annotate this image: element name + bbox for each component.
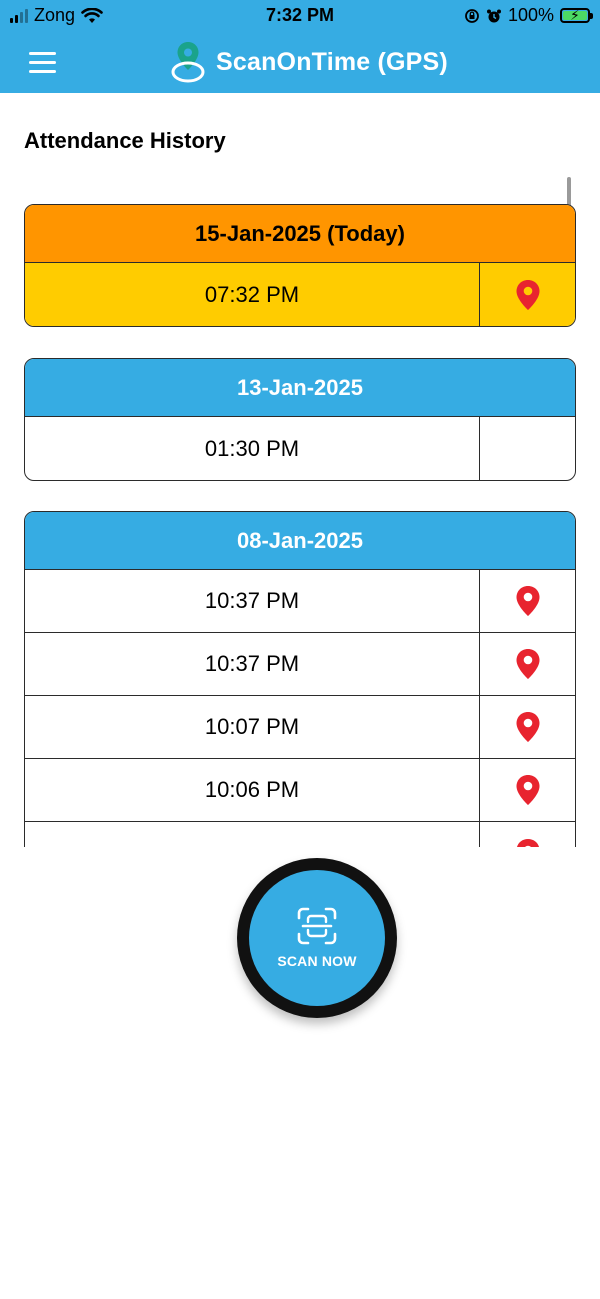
location-pin-icon[interactable]	[515, 711, 541, 743]
attendance-list[interactable]: 15-Jan-2025 (Today) 07:32 PM 13-Jan-2025…	[24, 204, 576, 847]
location-cell[interactable]	[479, 696, 575, 758]
attendance-time: 10:37 PM	[204, 588, 300, 613]
location-pin-icon[interactable]	[515, 279, 541, 311]
hamburger-icon[interactable]	[29, 52, 57, 74]
attendance-row	[25, 822, 575, 847]
attendance-row: 01:30 PM	[25, 417, 575, 480]
attendance-time	[25, 822, 479, 847]
day-header: 08-Jan-2025	[25, 512, 575, 570]
day-card: 13-Jan-2025 01:30 PM	[24, 358, 576, 481]
app-title: ScanOnTime (GPS)	[216, 47, 448, 76]
battery-percent: 100%	[507, 5, 554, 25]
day-header: 15-Jan-2025 (Today)	[25, 205, 575, 263]
day-card: 08-Jan-2025 10:37 PM 10:37 PM 10:07 PM 1…	[24, 511, 576, 847]
location-pin-icon[interactable]	[515, 585, 541, 617]
orientation-lock-icon	[465, 8, 479, 23]
attendance-row: 10:07 PM	[25, 696, 575, 759]
status-right: 100% ⚡	[464, 5, 593, 26]
alarm-icon	[486, 9, 501, 22]
location-pin-icon[interactable]	[515, 774, 541, 806]
attendance-time: 10:06 PM	[204, 777, 300, 802]
location-cell[interactable]	[479, 263, 575, 326]
scan-now-inner[interactable]: SCAN NOW	[249, 870, 385, 1006]
attendance-time: 10:37 PM	[204, 651, 300, 676]
scan-now-button[interactable]: SCAN NOW	[237, 858, 397, 1018]
location-cell[interactable]	[479, 822, 575, 847]
scan-now-label: SCAN NOW	[277, 953, 357, 969]
battery-icon: ⚡	[560, 7, 593, 23]
location-pin-icon[interactable]	[515, 648, 541, 680]
scan-frame-icon	[297, 907, 337, 945]
attendance-row: 10:06 PM	[25, 759, 575, 822]
attendance-row: 10:37 PM	[25, 633, 575, 696]
location-pin-icon[interactable]	[515, 838, 541, 848]
location-cell[interactable]	[479, 570, 575, 632]
attendance-row: 07:32 PM	[25, 263, 575, 326]
attendance-row: 10:37 PM	[25, 570, 575, 633]
day-header: 13-Jan-2025	[25, 359, 575, 417]
location-cell	[479, 417, 575, 480]
app-bar: ScanOnTime (GPS)	[0, 33, 600, 93]
attendance-time: 07:32 PM	[204, 281, 300, 307]
attendance-time: 10:07 PM	[204, 714, 300, 739]
location-cell[interactable]	[479, 759, 575, 821]
day-card-today: 15-Jan-2025 (Today) 07:32 PM	[24, 204, 576, 327]
location-logo-icon	[171, 42, 205, 83]
status-bar: Zong 7:32 PM 100% ⚡	[0, 0, 600, 33]
location-cell[interactable]	[479, 633, 575, 695]
app-title-group: ScanOnTime (GPS)	[168, 39, 448, 85]
section-title: Attendance History	[24, 128, 226, 153]
attendance-time: 01:30 PM	[204, 435, 300, 461]
